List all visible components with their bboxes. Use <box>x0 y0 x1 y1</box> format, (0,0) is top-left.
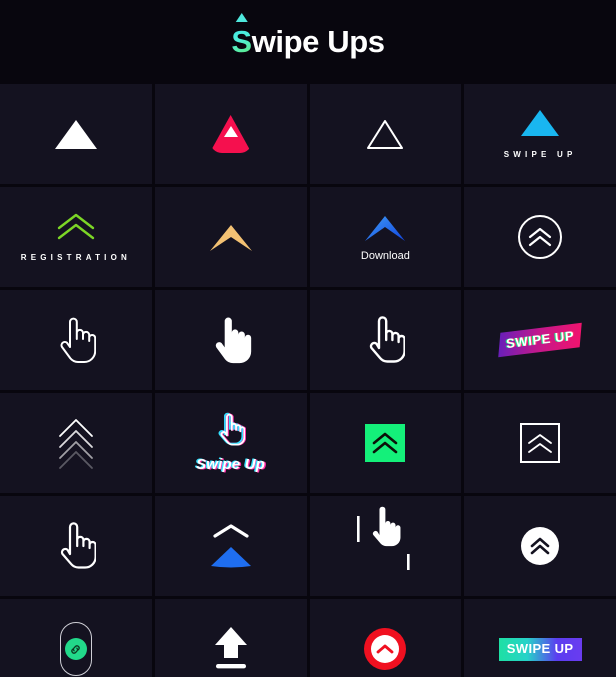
pointing-hand-outline-icon <box>60 317 96 363</box>
grid-cell-r5c3[interactable] <box>309 496 462 596</box>
grid-cell-r5c1[interactable] <box>0 496 152 596</box>
gradient-banner-icon: SWIPE UP <box>498 637 582 661</box>
cell-label: SWIPE UP <box>505 327 575 352</box>
link-icon <box>71 644 81 654</box>
pill-link-icon <box>59 622 92 676</box>
cell-label: REGISTRATION <box>20 252 131 262</box>
logo-s-wrapper: S <box>231 13 252 60</box>
double-chevron-up-icon <box>57 213 95 239</box>
logo-first-letter: S <box>231 24 252 59</box>
app-logo: S wipe Ups <box>231 13 385 60</box>
rounded-triangle-play-icon <box>209 115 252 153</box>
double-chevron-up-icon <box>528 433 553 453</box>
grid-cell-r5c2[interactable] <box>154 496 307 596</box>
grid-cell-r1c4[interactable]: SWIPE UP <box>464 84 616 184</box>
circle-solid-double-chevron-icon <box>521 527 560 565</box>
solid-triangle-up-icon <box>521 109 560 136</box>
grid-cell-r4c2[interactable]: Swipe Up <box>154 393 307 493</box>
double-chevron-up-icon <box>373 432 398 454</box>
logo-rest-text: wipe Ups <box>251 24 385 59</box>
grid-cell-r1c3[interactable] <box>309 84 462 184</box>
cell-label: SWIPE UP <box>506 640 574 656</box>
grid-cell-r2c1[interactable]: REGISTRATION <box>0 187 152 287</box>
red-circle-inner <box>371 635 400 663</box>
grid-cell-r3c2[interactable] <box>154 290 307 390</box>
swipe-ups-preview-page: S wipe Ups SWIPE UP REGISTRATION Downloa… <box>0 0 616 677</box>
double-chevron-up-icon <box>529 227 552 247</box>
grid-cell-r6c1[interactable] <box>0 599 152 677</box>
grid-cell-r4c1[interactable] <box>0 393 152 493</box>
grid-cell-r1c2[interactable] <box>154 84 307 184</box>
link-badge <box>64 638 87 660</box>
green-square-chevron-up-icon <box>365 424 406 462</box>
upload-arrow-icon <box>214 627 247 669</box>
solid-triangle-up-icon <box>54 119 97 149</box>
chevron-up-icon <box>376 644 394 654</box>
cell-label: Download <box>360 249 410 262</box>
circle-double-chevron-up-icon <box>518 215 563 259</box>
cell-label: SWIPE UP <box>503 149 577 159</box>
tapping-hand-icon <box>357 506 410 570</box>
chevron-and-fan-icon <box>209 523 253 569</box>
grid-cell-r6c4[interactable]: SWIPE UP <box>464 599 616 677</box>
grid-cell-r4c4[interactable] <box>464 393 616 493</box>
triple-chevron-up-icon <box>58 419 93 469</box>
cell-label: Swipe Up <box>196 456 266 473</box>
grid-cell-r2c3[interactable]: Download <box>309 187 462 287</box>
grid-cell-r3c4[interactable]: SWIPE UP <box>464 290 616 390</box>
triangle-up-icon <box>235 13 248 22</box>
grid-cell-r4c3[interactable] <box>309 393 462 493</box>
pointing-hand-solid-icon <box>215 317 251 364</box>
grid-cell-r1c1[interactable] <box>0 84 152 184</box>
grid-cell-r2c2[interactable] <box>154 187 307 287</box>
skewed-banner-icon: SWIPE UP <box>498 322 583 358</box>
pointing-hand-outline-icon <box>370 316 406 363</box>
chevron-up-icon <box>213 524 249 538</box>
pointing-hand-glitch-icon <box>220 413 245 446</box>
header: S wipe Ups <box>0 0 616 84</box>
double-chevron-up-icon <box>530 537 550 555</box>
red-circle-chevron-up-icon <box>364 628 407 670</box>
swipe-up-style-grid: SWIPE UP REGISTRATION Download SWIPE UP … <box>0 84 616 677</box>
blue-fan-icon <box>210 547 251 568</box>
curved-arrow-up-icon <box>209 225 252 251</box>
grid-cell-r3c3[interactable] <box>309 290 462 390</box>
grid-cell-r5c4[interactable] <box>464 496 616 596</box>
curved-arrow-up-icon <box>365 215 406 241</box>
grid-cell-r2c4[interactable] <box>464 187 616 287</box>
square-outline-chevron-up-icon <box>520 423 561 463</box>
outline-triangle-up-icon <box>367 120 404 149</box>
pointing-hand-outline-icon <box>60 522 96 569</box>
grid-cell-r6c3[interactable] <box>309 599 462 677</box>
grid-cell-r6c2[interactable] <box>154 599 307 677</box>
grid-cell-r3c1[interactable] <box>0 290 152 390</box>
